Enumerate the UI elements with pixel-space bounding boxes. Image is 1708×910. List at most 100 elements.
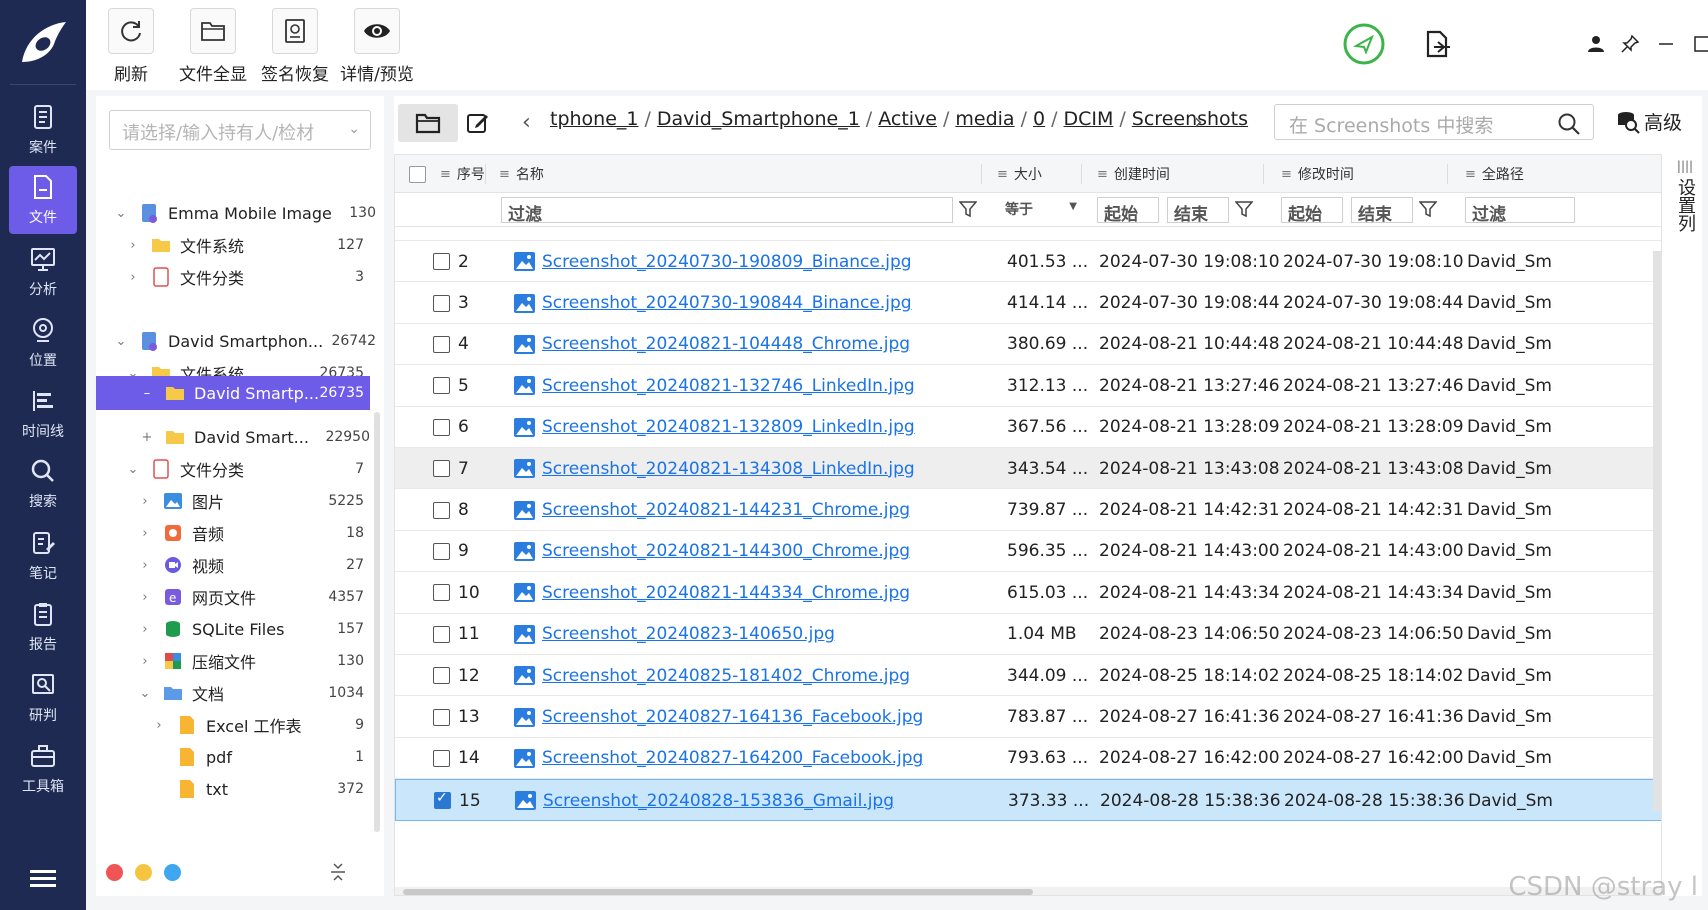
nav-item-search[interactable]: 搜索	[9, 450, 77, 518]
nav-item-analysis[interactable]: 分析	[9, 238, 77, 306]
signature-recover-button[interactable]: 签名恢复	[253, 8, 337, 88]
path-filter-input[interactable]: 过滤	[1465, 197, 1575, 225]
yellow-dot-icon[interactable]	[135, 864, 152, 881]
nav-item-notes[interactable]: 笔记	[9, 522, 77, 590]
horizontal-scrollbar-thumb[interactable]	[403, 889, 1033, 895]
breadcrumb-item[interactable]: Screenshots	[1132, 108, 1248, 130]
tree-node-images[interactable]: › 图片 5225	[138, 486, 384, 516]
detail-preview-button[interactable]: 详情/预览	[335, 8, 419, 88]
file-name-link[interactable]: Screenshot_20240828-153836_Gmail.jpg	[543, 791, 894, 811]
select-all-header[interactable]: ≡ 序号	[409, 155, 485, 193]
tree-node-audio[interactable]: › 音频 18	[138, 518, 384, 548]
nav-item-case[interactable]: 案件	[9, 96, 77, 164]
modified-start-input[interactable]: 起始	[1281, 197, 1343, 225]
file-name-link[interactable]: Screenshot_20240821-144231_Chrome.jpg	[542, 500, 910, 520]
breadcrumb-item[interactable]: media	[955, 108, 1014, 130]
file-name-link[interactable]: Screenshot_20240821-144300_Chrome.jpg	[542, 541, 910, 561]
tree-node-emma-image[interactable]: ⌄ Emma Mobile Image 130	[114, 198, 384, 228]
file-name-link[interactable]: Screenshot_20240821-132809_LinkedIn.jpg	[542, 417, 915, 437]
header-size-cell[interactable]: ≡ 大小	[997, 155, 1042, 193]
table-row[interactable]: 15 Screenshot_20240828-153836_Gmail.jpg 37…	[395, 779, 1661, 821]
file-name-link[interactable]: Screenshot_20240821-144334_Chrome.jpg	[542, 583, 910, 603]
table-row[interactable]: 9 Screenshot_20240821-144300_Chrome.jpg 59…	[395, 530, 1661, 573]
status-indicator-icon[interactable]	[1340, 20, 1388, 68]
breadcrumb-item[interactable]: DCIM	[1063, 108, 1113, 130]
header-created-cell[interactable]: ≡ 创建时间	[1097, 155, 1170, 193]
row-checkbox[interactable]	[433, 749, 450, 767]
nav-item-report[interactable]: 报告	[9, 593, 77, 661]
tree-node-file-category[interactable]: › 文件分类 3	[126, 262, 384, 292]
row-checkbox[interactable]	[433, 418, 450, 436]
tree-node-sqlite[interactable]: › SQLite Files 157	[138, 614, 384, 644]
name-filter-input[interactable]: 过滤	[501, 197, 953, 225]
filter-icon[interactable]	[1419, 200, 1437, 218]
breadcrumb-item[interactable]: David_Smartphone_1	[657, 108, 860, 130]
expand-collapse-icon[interactable]	[328, 860, 348, 884]
row-checkbox[interactable]	[433, 377, 450, 395]
minimize-icon[interactable]	[1652, 20, 1680, 68]
blue-dot-icon[interactable]	[164, 864, 181, 881]
row-checkbox[interactable]	[433, 625, 450, 643]
file-name-link[interactable]: Screenshot_20240827-164136_Facebook.jpg	[542, 707, 923, 727]
nav-item-toolbox[interactable]: 工具箱	[9, 735, 77, 803]
tree-node-web-files[interactable]: › e 网页文件 4357	[138, 582, 384, 612]
row-checkbox[interactable]	[433, 708, 450, 726]
tree-scrollbar[interactable]	[374, 412, 380, 832]
table-row[interactable]: 3 Screenshot_20240730-190844_Binance.jpg 4…	[395, 282, 1661, 324]
table-row[interactable]: 4 Screenshot_20240821-104448_Chrome.jpg 38…	[395, 323, 1661, 366]
maximize-icon[interactable]	[1688, 20, 1708, 68]
table-row[interactable]: 11 Screenshot_20240823-140650.jpg 1.04 MB 2…	[395, 613, 1661, 655]
user-icon[interactable]	[1582, 20, 1610, 68]
nav-item-location[interactable]: 位置	[9, 309, 77, 377]
nav-item-judge[interactable]: 研判	[9, 664, 77, 732]
red-dot-icon[interactable]	[106, 864, 123, 881]
table-row[interactable]: 5 Screenshot_20240821-132746_LinkedIn.jpg…	[395, 365, 1661, 407]
edit-path-button[interactable]	[448, 104, 508, 142]
settings-column-button[interactable]: |||| 设置列	[1670, 154, 1700, 894]
breadcrumb-item[interactable]: 0	[1033, 108, 1045, 130]
breadcrumb-item[interactable]: tphone_1	[550, 108, 639, 130]
table-row[interactable]: 2 Screenshot_20240730-190809_Binance.jpg 4…	[395, 241, 1661, 283]
tree-node-david-subfolder[interactable]: + David Smart... 22950	[140, 422, 384, 452]
select-all-checkbox[interactable]	[409, 165, 426, 183]
file-overview-button[interactable]: 文件全显	[171, 8, 255, 88]
tree-node-david-partition-selected[interactable]: – David Smartp... 26735	[96, 376, 370, 410]
advanced-search-button[interactable]: 高级	[1616, 108, 1682, 135]
modified-end-input[interactable]: 结束	[1351, 197, 1413, 225]
created-end-input[interactable]: 结束	[1167, 197, 1229, 225]
folder-search-input[interactable]: 在 Screenshots 中搜索	[1274, 104, 1594, 140]
row-checkbox[interactable]	[433, 294, 450, 312]
tree-node-file-category[interactable]: ⌄ 文件分类 7	[126, 454, 384, 484]
row-checkbox[interactable]	[433, 584, 450, 602]
tree-node-filesystem[interactable]: › 文件系统 127	[126, 230, 384, 260]
file-name-link[interactable]: Screenshot_20240821-132746_LinkedIn.jpg	[542, 376, 915, 396]
row-checkbox[interactable]	[433, 460, 450, 478]
file-name-link[interactable]: Screenshot_20240821-134308_LinkedIn.jpg	[542, 459, 915, 479]
hamburger-menu-icon[interactable]	[30, 868, 56, 888]
file-name-link[interactable]: Screenshot_20240821-104448_Chrome.jpg	[542, 334, 910, 354]
filter-icon[interactable]	[959, 200, 977, 218]
file-name-link[interactable]: Screenshot_20240827-164200_Facebook.jpg	[542, 748, 923, 768]
table-row[interactable]: 12 Screenshot_20240825-181402_Chrome.jpg 3…	[395, 655, 1661, 697]
row-checkbox[interactable]	[433, 253, 450, 271]
table-row[interactable]: 14 Screenshot_20240827-164200_Facebook.jp…	[395, 737, 1661, 780]
tree-node-archives[interactable]: › 压缩文件 130	[138, 646, 384, 676]
header-modified-cell[interactable]: ≡ 修改时间	[1281, 155, 1354, 193]
tree-node-excel[interactable]: › Excel 工作表 9	[152, 710, 384, 740]
row-checkbox[interactable]	[433, 667, 450, 685]
owner-select-input[interactable]: 请选择/输入持有人/检材 ⌄	[109, 110, 371, 150]
tree-node-david-image[interactable]: ⌄ David Smartphon... 26742	[114, 326, 384, 356]
row-checkbox[interactable]	[433, 335, 450, 353]
size-operator-select[interactable]: 等于 ▼	[999, 197, 1081, 223]
row-checkbox[interactable]	[433, 501, 450, 519]
table-row[interactable]: 7 Screenshot_20240821-134308_LinkedIn.jpg…	[395, 448, 1661, 490]
filter-icon[interactable]	[1235, 200, 1253, 218]
tree-node-txt[interactable]: txt 372	[166, 774, 384, 804]
table-row[interactable]: 6 Screenshot_20240821-132809_LinkedIn.jpg…	[395, 406, 1661, 448]
header-path-cell[interactable]: ≡ 全路径	[1465, 155, 1524, 193]
file-name-link[interactable]: Screenshot_20240730-190844_Binance.jpg	[542, 293, 912, 313]
horizontal-scrollbar[interactable]	[395, 887, 1661, 895]
table-row[interactable]: 13 Screenshot_20240827-164136_Facebook.jp…	[395, 696, 1661, 738]
nav-item-file[interactable]: 文件	[9, 166, 77, 234]
table-row[interactable]: 10 Screenshot_20240821-144334_Chrome.jpg 6…	[395, 572, 1661, 614]
